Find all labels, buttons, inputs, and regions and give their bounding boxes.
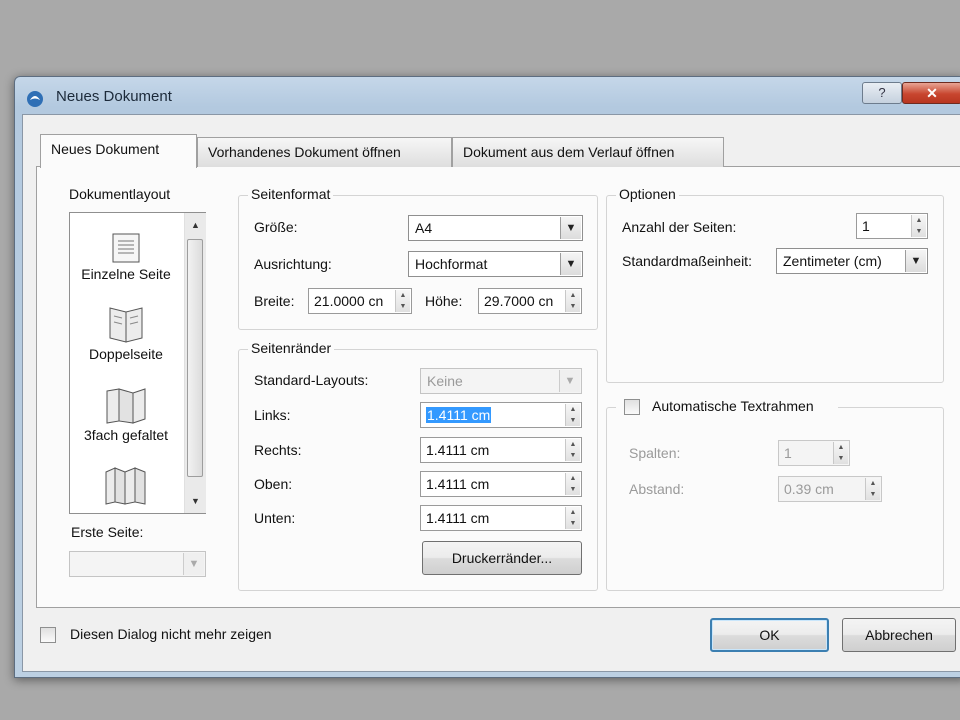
page-format-legend: Seitenformat bbox=[248, 186, 334, 202]
scroll-up-arrow-icon[interactable]: ▲ bbox=[185, 215, 206, 235]
orientation-select[interactable]: Hochformat ▼ bbox=[408, 251, 583, 277]
dropdown-arrow-icon: ▼ bbox=[560, 253, 581, 275]
preset-layouts-select[interactable]: Keine ▼ bbox=[420, 368, 582, 394]
width-spinbox[interactable]: 21.0000 cn ▲ ▼ bbox=[308, 288, 412, 314]
size-label: Größe: bbox=[254, 219, 298, 235]
dropdown-arrow-icon: ▼ bbox=[183, 553, 204, 575]
spin-arrows-icon[interactable]: ▲ ▼ bbox=[395, 290, 410, 312]
cancel-button[interactable]: Abbrechen bbox=[842, 618, 956, 652]
layout-legend: Dokumentlayout bbox=[66, 186, 174, 202]
margin-top-label: Oben: bbox=[254, 476, 293, 492]
orientation-label: Ausrichtung: bbox=[254, 256, 332, 272]
tab-open-recent[interactable]: Dokument aus dem Verlauf öffnen bbox=[452, 137, 724, 167]
columns-label: Spalten: bbox=[629, 445, 681, 461]
margin-right-label: Rechts: bbox=[254, 442, 302, 458]
preset-layouts-label: Standard-Layouts: bbox=[254, 372, 369, 388]
tab-new-document[interactable]: Neues Dokument bbox=[40, 134, 197, 168]
app-icon bbox=[27, 91, 43, 107]
layout-item-fourfold[interactable] bbox=[70, 466, 182, 506]
dont-show-again-checkbox[interactable] bbox=[40, 627, 56, 643]
size-select[interactable]: A4 ▼ bbox=[408, 215, 583, 241]
margin-top-spinbox[interactable]: 1.4111 cm ▲ ▼ bbox=[420, 471, 582, 497]
first-page-label: Erste Seite: bbox=[71, 524, 144, 540]
layout-item-single[interactable]: Einzelne Seite bbox=[70, 232, 182, 282]
spin-arrows-icon[interactable]: ▲ ▼ bbox=[565, 507, 580, 529]
help-button[interactable]: ? bbox=[862, 82, 902, 104]
auto-frames-label: Automatische Textrahmen bbox=[652, 398, 814, 414]
dropdown-arrow-icon: ▼ bbox=[560, 217, 581, 239]
height-spinbox[interactable]: 29.7000 cn ▲ ▼ bbox=[478, 288, 582, 314]
margins-legend: Seitenränder bbox=[248, 340, 335, 356]
ok-button[interactable]: OK bbox=[710, 618, 829, 652]
gap-label: Abstand: bbox=[629, 481, 685, 497]
tab-open-existing[interactable]: Vorhandenes Dokument öffnen bbox=[197, 137, 452, 167]
page-count-spinbox[interactable]: 1 ▲ ▼ bbox=[856, 213, 928, 239]
layout-item-trifold[interactable]: 3fach gefaltet bbox=[70, 387, 182, 443]
close-button[interactable]: ✕ bbox=[902, 82, 960, 104]
spin-arrows-icon[interactable]: ▲ ▼ bbox=[565, 473, 580, 495]
auto-frames-checkbox[interactable] bbox=[624, 399, 640, 415]
default-unit-label: Standardmaßeinheit: bbox=[622, 253, 752, 269]
spin-arrows-icon[interactable]: ▲ ▼ bbox=[565, 439, 580, 461]
margin-left-spinbox[interactable]: 1.4111 cm ▲ ▼ bbox=[420, 402, 582, 428]
first-page-select[interactable]: ▼ bbox=[69, 551, 206, 577]
trifold-page-icon bbox=[106, 388, 146, 424]
dropdown-arrow-icon: ▼ bbox=[559, 370, 580, 392]
default-unit-select[interactable]: Zentimeter (cm) ▼ bbox=[776, 248, 928, 274]
fourfold-page-icon bbox=[105, 467, 146, 505]
single-page-icon bbox=[112, 233, 140, 263]
scrollbar-thumb[interactable] bbox=[187, 239, 203, 477]
spin-arrows-icon[interactable]: ▲ ▼ bbox=[833, 442, 848, 464]
spin-arrows-icon[interactable]: ▲ ▼ bbox=[565, 404, 580, 426]
double-page-icon bbox=[109, 307, 143, 343]
selected-text: 1.4111 cm bbox=[426, 407, 492, 423]
spin-arrows-icon[interactable]: ▲ ▼ bbox=[565, 290, 580, 312]
page-count-label: Anzahl der Seiten: bbox=[622, 219, 737, 235]
printer-margins-button[interactable]: Druckerränder... bbox=[422, 541, 582, 575]
margin-bottom-spinbox[interactable]: 1.4111 cm ▲ ▼ bbox=[420, 505, 582, 531]
margin-right-spinbox[interactable]: 1.4111 cm ▲ ▼ bbox=[420, 437, 582, 463]
options-legend: Optionen bbox=[616, 186, 679, 202]
columns-spinbox[interactable]: 1 ▲ ▼ bbox=[778, 440, 850, 466]
gap-spinbox[interactable]: 0.39 cm ▲ ▼ bbox=[778, 476, 882, 502]
scroll-down-arrow-icon[interactable]: ▼ bbox=[185, 491, 206, 511]
layout-scrollbar[interactable]: ▲ ▼ bbox=[184, 213, 206, 513]
layout-item-double[interactable]: Doppelseite bbox=[70, 306, 182, 362]
margin-bottom-label: Unten: bbox=[254, 510, 296, 526]
height-label: Höhe: bbox=[425, 293, 463, 309]
auto-frames-group bbox=[606, 407, 944, 591]
width-label: Breite: bbox=[254, 293, 295, 309]
dont-show-again-label: Diesen Dialog nicht mehr zeigen bbox=[70, 626, 272, 642]
spin-arrows-icon[interactable]: ▲ ▼ bbox=[911, 215, 926, 237]
margin-left-label: Links: bbox=[254, 407, 291, 423]
layout-item-label: Einzelne Seite bbox=[81, 266, 171, 282]
layout-item-label: Doppelseite bbox=[89, 346, 163, 362]
window-title: Neues Dokument bbox=[56, 88, 172, 105]
spin-arrows-icon[interactable]: ▲ ▼ bbox=[865, 478, 880, 500]
dropdown-arrow-icon: ▼ bbox=[905, 250, 926, 272]
layout-item-label: 3fach gefaltet bbox=[83, 427, 169, 443]
